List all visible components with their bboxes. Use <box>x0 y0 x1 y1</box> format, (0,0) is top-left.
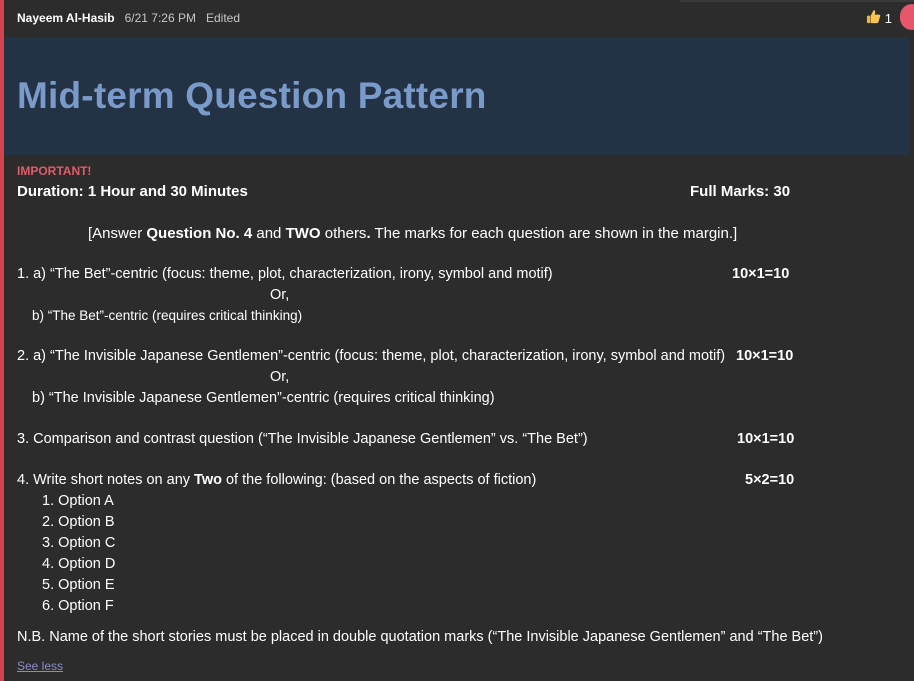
instruction-text: [Answer Question No. 4 and TWO others. T… <box>88 225 737 242</box>
list-item: 3. Option C <box>42 535 116 551</box>
message-timestamp: 6/21 7:26 PM <box>124 11 196 25</box>
important-label: IMPORTANT! <box>17 164 92 178</box>
instruction-part: The marks for each question are shown in… <box>370 225 738 242</box>
instruction-emphasis: Question No. 4 <box>146 225 253 242</box>
edited-status: Edited <box>205 11 241 25</box>
question-2-marks: 10×1=10 <box>736 348 794 364</box>
question-1-or: Or, <box>270 287 290 303</box>
page-title: Mid-term Question Pattern <box>17 75 487 116</box>
question-1-marks: 10×1=10 <box>732 266 790 282</box>
question-2b: b) “The Invisible Japanese Gentlemen”-ce… <box>32 390 495 406</box>
question-2-or: Or, <box>270 369 290 385</box>
question-4-part: of the following: (based on the aspects … <box>221 472 537 488</box>
list-item: 4. Option D <box>42 556 116 572</box>
full-marks-text: Full Marks: 30 <box>690 183 791 200</box>
question-4-marks: 5×2=10 <box>745 472 795 488</box>
instruction-part: others <box>320 225 367 242</box>
top-divider <box>680 0 914 2</box>
question-4-emphasis: Two <box>194 472 222 488</box>
question-4-part: 4. Write short notes on any <box>17 472 195 488</box>
title-banner: Mid-term Question Pattern <box>4 37 910 155</box>
instruction-part: and <box>252 225 286 242</box>
question-2a: 2. a) “The Invisible Japanese Gentlemen”… <box>17 348 726 364</box>
list-item: 6. Option F <box>42 598 114 614</box>
instruction-part: [Answer <box>88 225 147 242</box>
avatar[interactable] <box>900 4 914 30</box>
duration-text: Duration: 1 Hour and 30 Minutes <box>17 183 248 200</box>
question-3-marks: 10×1=10 <box>737 431 795 447</box>
reaction-thumbs-up[interactable]: 1 <box>866 9 892 27</box>
instruction-emphasis: TWO <box>285 225 321 242</box>
see-less-link[interactable]: See less <box>17 659 63 673</box>
list-item: 2. Option B <box>42 514 115 530</box>
question-1b: b) “The Bet”-centric (requires critical … <box>32 308 303 323</box>
question-1a: 1. a) “The Bet”-centric (focus: theme, p… <box>17 266 553 282</box>
author-name[interactable]: Nayeem Al-Hasib <box>17 11 115 25</box>
list-item: 1. Option A <box>42 493 114 509</box>
reaction-count: 1 <box>884 10 892 26</box>
note-text: N.B. Name of the short stories must be p… <box>17 629 823 645</box>
list-item: 5. Option E <box>42 577 115 593</box>
question-3: 3. Comparison and contrast question (“Th… <box>17 431 588 447</box>
thumbs-up-icon <box>866 9 881 27</box>
message-header: Nayeem Al-Hasib 6/21 7:26 PM Edited <box>17 11 240 25</box>
question-4: 4. Write short notes on any Two of the f… <box>17 472 536 488</box>
